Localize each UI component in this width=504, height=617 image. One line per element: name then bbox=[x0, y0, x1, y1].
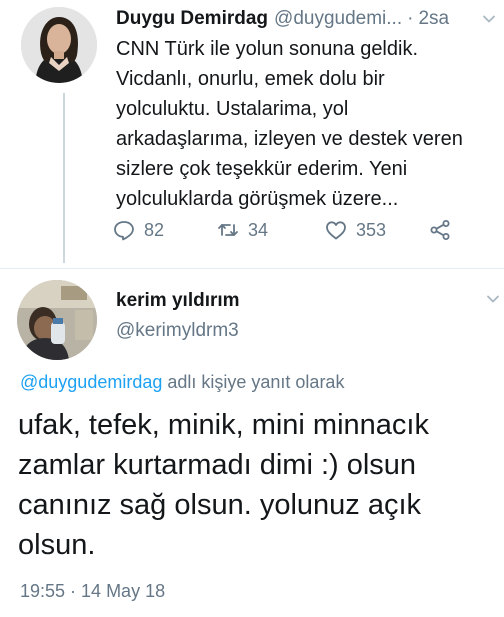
replying-to-link[interactable]: @duygudemirdag bbox=[20, 372, 162, 392]
tweet[interactable]: Duygu Demirdag @duygudemi... · 2sa CNN T… bbox=[0, 0, 504, 268]
share-button[interactable] bbox=[428, 218, 460, 242]
reply-button[interactable]: 82 bbox=[112, 218, 164, 242]
reply-author-name[interactable]: kerim yıldırım bbox=[116, 290, 240, 312]
heart-icon bbox=[324, 218, 356, 242]
reply-count: 82 bbox=[144, 219, 165, 240]
avatar[interactable] bbox=[21, 7, 97, 83]
divider bbox=[0, 268, 504, 269]
reply-timestamp[interactable]: 19:55 · 14 May 18 bbox=[20, 581, 165, 602]
reply-author-handle[interactable]: @kerimyldrm3 bbox=[116, 320, 239, 342]
avatar-photo bbox=[21, 7, 97, 83]
retweet-button[interactable]: 34 bbox=[216, 218, 268, 242]
reply-text: ufak, tefek, minik, mini minnacık zamlar… bbox=[18, 409, 429, 561]
tweet-header: Duygu Demirdag @duygudemi... · 2sa bbox=[116, 6, 492, 32]
replying-to: @duygudemirdag adlı kişiye yanıt olarak bbox=[20, 372, 344, 393]
chevron-down-icon[interactable] bbox=[482, 12, 496, 26]
like-count: 353 bbox=[356, 219, 387, 240]
like-button[interactable]: 353 bbox=[324, 218, 386, 242]
reply-avatar-photo bbox=[17, 280, 97, 360]
tweet-time[interactable]: 2sa bbox=[418, 8, 449, 30]
reply-avatar[interactable] bbox=[17, 280, 97, 360]
tweet-actions: 82 34 353 bbox=[112, 218, 472, 246]
author-handle[interactable]: @duygudemi... bbox=[274, 8, 402, 30]
share-icon bbox=[428, 218, 460, 242]
reply-menu-chevron-down-icon[interactable] bbox=[486, 292, 500, 306]
replying-to-label: adlı kişiye yanıt olarak bbox=[162, 372, 345, 392]
tweet-text: CNN Türk ile yolun sonuna geldik. Vicdan… bbox=[116, 38, 463, 210]
retweet-icon bbox=[216, 218, 248, 242]
retweet-count: 34 bbox=[248, 219, 269, 240]
reply-icon bbox=[112, 218, 144, 242]
author-name[interactable]: Duygu Demirdag bbox=[116, 8, 268, 30]
separator: · bbox=[407, 8, 414, 29]
